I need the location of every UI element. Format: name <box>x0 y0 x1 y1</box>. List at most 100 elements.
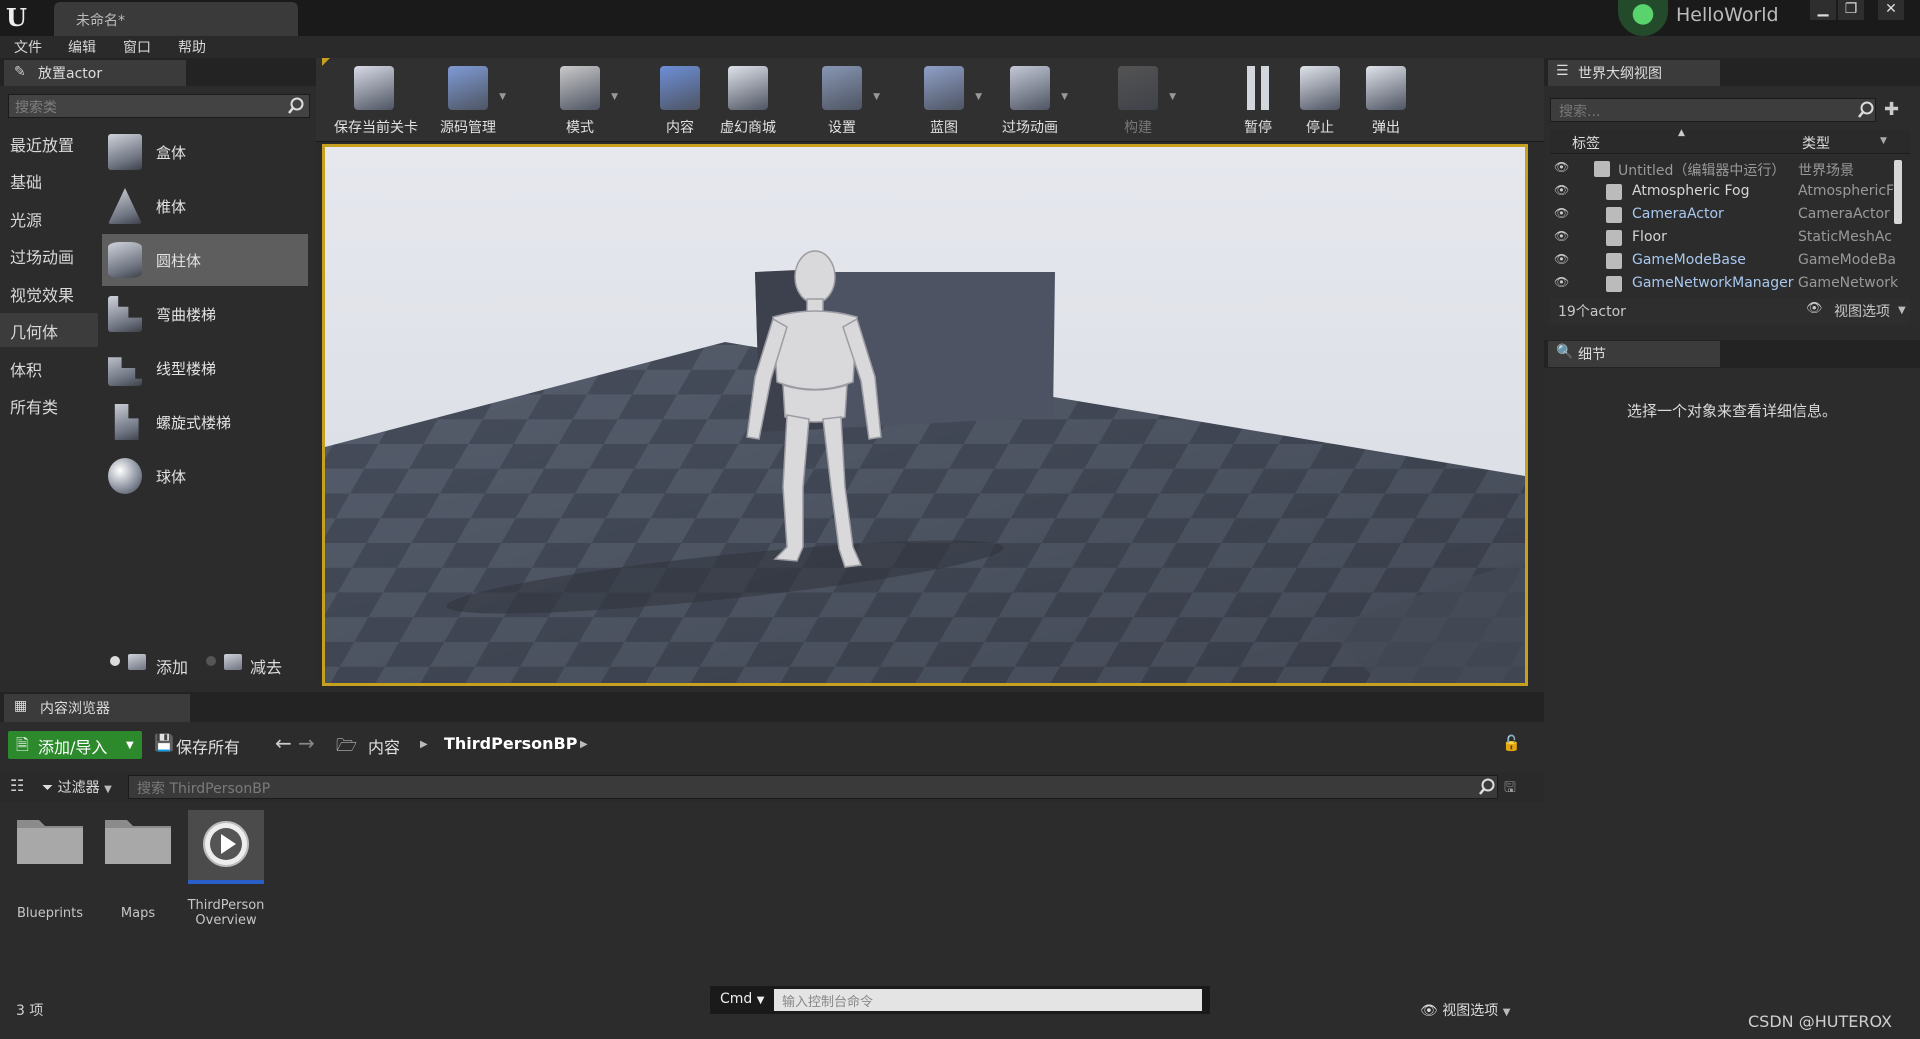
close-icon[interactable]: ✕ <box>1878 0 1904 20</box>
toolbar-button-settings[interactable]: 设置 ▼ <box>802 62 882 140</box>
actor-item-cone[interactable]: 椎体 <box>102 180 308 232</box>
details-empty-message: 选择一个对象来查看详细信息。 <box>1626 402 1837 420</box>
category-recent[interactable]: 最近放置 <box>0 126 98 160</box>
mode-add-radio[interactable] <box>110 656 120 666</box>
search-icon[interactable] <box>287 97 305 115</box>
visibility-eye-icon[interactable]: 👁 <box>1554 160 1574 174</box>
blueprint-icon <box>924 66 964 110</box>
console-input[interactable]: 输入控制台命令 <box>774 989 1202 1011</box>
toolbar-button-build[interactable]: 构建 ▼ <box>1098 62 1178 140</box>
category-volumes[interactable]: 体积 <box>0 351 98 385</box>
toolbar-button-blueprint[interactable]: 蓝图 ▼ <box>904 62 984 140</box>
folder-icon <box>105 820 171 864</box>
chevron-down-icon[interactable]: ▼ <box>1169 92 1176 102</box>
actor-item-curved-stair[interactable]: 弯曲楼梯 <box>102 288 308 340</box>
category-visual-effects[interactable]: 视觉效果 <box>0 276 98 310</box>
visibility-eye-icon[interactable]: 👁 <box>1554 275 1574 289</box>
project-name: HelloWorld <box>1676 4 1779 26</box>
unreal-logo-icon[interactable]: U <box>6 3 36 33</box>
minimize-icon[interactable]: ▁ <box>1810 0 1836 20</box>
toolbar-button-source-control[interactable]: 源码管理 ▼ <box>428 62 508 140</box>
mode-subtract-radio[interactable] <box>206 656 216 666</box>
toolbar-button-eject[interactable]: 弹出 <box>1346 62 1426 140</box>
forward-arrow-icon[interactable]: → <box>298 731 315 755</box>
actor-item-sphere[interactable]: 球体 <box>102 450 308 502</box>
details-tab[interactable]: 🔍 细节 <box>1548 341 1720 367</box>
maximize-icon[interactable]: ❐ <box>1838 0 1864 20</box>
visibility-eye-icon[interactable]: 👁 <box>1554 206 1574 220</box>
menu-window[interactable]: 窗口 <box>123 37 151 57</box>
spiral-stair-icon <box>114 404 139 440</box>
outliner-row[interactable]: 👁 Untitled（编辑器中运行） 世界场景 <box>1550 158 1910 181</box>
visibility-eye-icon[interactable]: 👁 <box>1554 229 1574 243</box>
console-cmd-selector[interactable]: Cmd ▼ <box>714 989 770 1011</box>
chevron-down-icon: ▼ <box>104 784 112 795</box>
chevron-down-icon[interactable]: ▼ <box>975 92 982 102</box>
search-icon[interactable] <box>1478 778 1496 796</box>
folder-icon <box>17 820 83 864</box>
source-control-icon <box>448 66 488 110</box>
back-arrow-icon[interactable]: ← <box>275 731 292 755</box>
sort-asc-icon: ▲ <box>1678 128 1685 138</box>
outliner-row[interactable]: 👁 Floor StaticMeshAc <box>1550 227 1910 250</box>
actor-item-linear-stair[interactable]: 线型楼梯 <box>102 342 308 394</box>
sources-panel-icon[interactable]: ☷ <box>10 776 24 795</box>
menu-file[interactable]: 文件 <box>14 37 42 57</box>
outliner-search-input[interactable]: 搜索... <box>1550 98 1876 122</box>
category-lights[interactable]: 光源 <box>0 201 98 235</box>
actor-item-label: 弯曲楼梯 <box>156 306 217 324</box>
category-geometry[interactable]: 几何体 <box>0 313 98 347</box>
content-search-input[interactable]: 搜索 ThirdPersonBP <box>128 775 1498 799</box>
level-viewport[interactable] <box>322 144 1528 686</box>
toolbar-button-marketplace[interactable]: 虚幻商城 <box>708 62 788 140</box>
content-view-options[interactable]: 👁 视图选项 ▼ <box>1420 1000 1510 1020</box>
chevron-down-icon[interactable]: ▼ <box>1061 92 1068 102</box>
toolbar-button-label: 设置 <box>828 120 856 136</box>
place-actor-tab[interactable]: ✎ 放置actor <box>4 60 186 86</box>
world-outliner-tab[interactable]: ☰ 世界大纲视图 <box>1548 60 1720 86</box>
add-filter-icon[interactable]: ✚ <box>1884 99 1899 120</box>
menu-help[interactable]: 帮助 <box>178 37 206 57</box>
chevron-down-icon[interactable]: ▼ <box>611 92 618 102</box>
toolbar-button-label: 构建 <box>1124 120 1152 136</box>
breadcrumb-root[interactable]: 内容 <box>368 734 400 758</box>
visibility-eye-icon[interactable]: 👁 <box>1554 252 1574 266</box>
outliner-scrollbar[interactable] <box>1894 160 1902 224</box>
place-actor-search-input[interactable]: 搜索类 <box>8 94 310 118</box>
save-all-button[interactable]: 保存所有 <box>176 734 240 758</box>
filters-button[interactable]: ⏷ 过滤器 ▼ <box>42 777 112 797</box>
actor-item-spiral-stair[interactable]: 螺旋式楼梯 <box>102 396 308 448</box>
outliner-row[interactable]: 👁 GameModeBase GameModeBa <box>1550 250 1910 273</box>
outliner-row[interactable]: 👁 GameNetworkManager GameNetwork <box>1550 273 1910 296</box>
level-tab[interactable]: 未命名* <box>54 2 298 36</box>
visibility-eye-icon[interactable]: 👁 <box>1554 183 1574 197</box>
chevron-down-icon[interactable]: ▼ <box>873 92 880 102</box>
breadcrumb-current[interactable]: ThirdPersonBP <box>444 734 577 753</box>
actor-item-box[interactable]: 盒体 <box>102 126 308 178</box>
outliner-row[interactable]: 👁 CameraActor CameraActor <box>1550 204 1910 227</box>
category-all-classes[interactable]: 所有类 <box>0 388 98 422</box>
category-cinematic[interactable]: 过场动画 <box>0 238 98 272</box>
outliner-row[interactable]: 👁 Atmospheric Fog AtmosphericF <box>1550 181 1910 204</box>
outliner-view-options[interactable]: 视图选项 <box>1834 301 1890 321</box>
column-menu-icon[interactable]: ▼ <box>1880 136 1887 146</box>
search-icon[interactable] <box>1857 101 1875 119</box>
save-search-icon[interactable]: 🖫 <box>1504 777 1516 801</box>
toolbar-button-label: 蓝图 <box>930 120 958 136</box>
cylinder-icon <box>108 242 142 278</box>
chevron-down-icon[interactable]: ▼ <box>499 92 506 102</box>
category-basic[interactable]: 基础 <box>0 163 98 197</box>
toolbar-button-save[interactable]: 保存当前关卡 <box>334 62 418 140</box>
toolbar-button-modes[interactable]: 模式 ▼ <box>540 62 620 140</box>
column-type[interactable]: 类型 <box>1802 133 1830 153</box>
outliner-row-name: GameNetworkManager <box>1632 275 1794 291</box>
add-import-button[interactable]: 🗎 添加/导入 ▼ <box>8 731 142 759</box>
outliner-row-name: Floor <box>1632 229 1667 245</box>
toolbar-button-cinematics[interactable]: 过场动画 ▼ <box>990 62 1070 140</box>
column-label[interactable]: 标签 <box>1572 133 1600 153</box>
actor-item-cylinder[interactable]: 圆柱体 <box>102 234 308 286</box>
lock-icon[interactable]: 🔓 <box>1502 734 1521 752</box>
menu-edit[interactable]: 编辑 <box>68 37 96 57</box>
chevron-down-icon[interactable]: ▼ <box>1898 305 1906 316</box>
content-browser-tab[interactable]: ▦ 内容浏览器 <box>4 694 190 722</box>
